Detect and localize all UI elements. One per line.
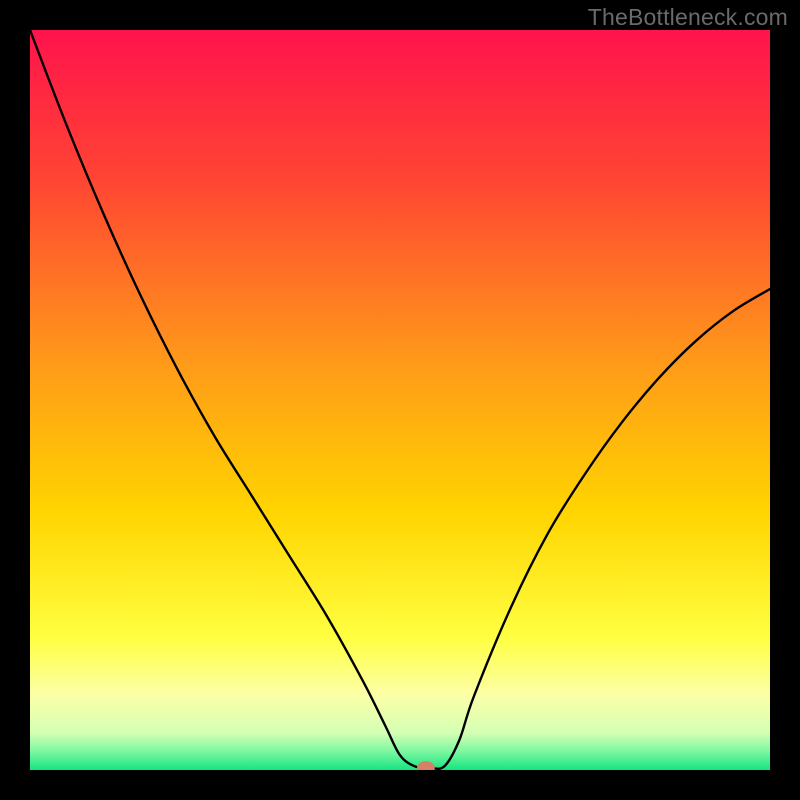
plot-area [30,30,770,770]
bottleneck-chart [30,30,770,770]
watermark-text: TheBottleneck.com [588,4,788,31]
gradient-background [30,30,770,770]
chart-frame: TheBottleneck.com [0,0,800,800]
